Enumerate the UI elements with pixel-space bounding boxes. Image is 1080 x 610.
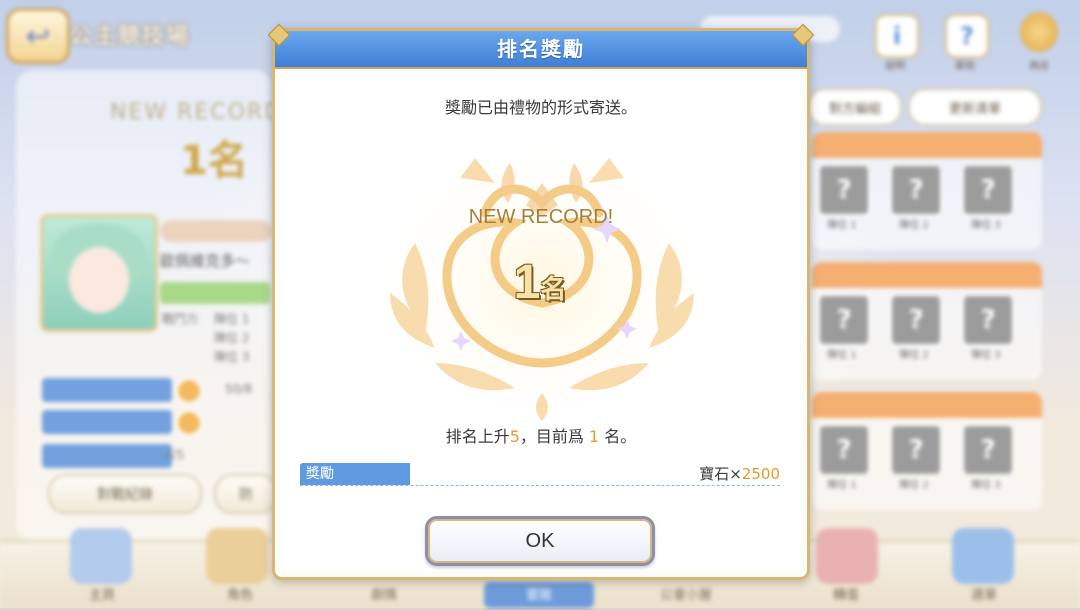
rank-change-text: 排名上升5，目前爲 1 名。: [275, 423, 807, 447]
ok-button[interactable]: OK: [425, 516, 655, 566]
rank-rise-value: 5: [509, 427, 520, 446]
new-record-label: NEW RECORD!: [468, 206, 614, 228]
rank-reward-dialog: 排名獎勵 獎勵已由禮物的形式寄送。 NEW RECORD! 1名 排名上升5，目…: [267, 23, 815, 580]
dialog-message: 獎勵已由禮物的形式寄送。: [444, 98, 637, 117]
dialog-title: 排名獎勵: [497, 37, 585, 61]
reward-value: 寶石×2500: [699, 463, 780, 485]
reward-label: 獎勵: [300, 463, 410, 485]
rank-change-middle: ，目前爲: [519, 427, 584, 446]
rank-change-prefix: 排名上升: [445, 427, 510, 446]
rank-change-suffix: 名。: [604, 427, 637, 446]
current-rank-value: 1: [589, 427, 600, 446]
rank-display: 1名: [500, 255, 580, 315]
rank-unit: 名: [540, 275, 567, 305]
reward-item: 寶石×: [699, 465, 742, 483]
rank-number: 1: [513, 256, 541, 309]
reward-amount: 2500: [741, 465, 780, 483]
reward-row: 獎勵 寶石×2500: [300, 463, 780, 486]
